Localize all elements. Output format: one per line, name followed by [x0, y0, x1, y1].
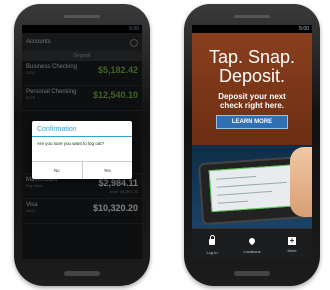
status-bar: 5:00 — [192, 25, 312, 33]
subheadline: Deposit your next check right here. — [192, 92, 312, 110]
subheadline-line-1: Deposit your next — [218, 92, 286, 101]
nav-label: More — [287, 248, 297, 253]
bottom-nav: Log In Locations + More — [192, 228, 312, 259]
headline: Tap. Snap. Deposit. — [192, 48, 312, 86]
phone-left: 5:00 Accounts Deposit Business Checking … — [14, 4, 150, 286]
home-key[interactable] — [64, 271, 100, 276]
no-button[interactable]: No — [32, 162, 82, 179]
promo-banner: Tap. Snap. Deposit. Deposit your next ch… — [192, 33, 312, 229]
yes-button[interactable]: Yes — [81, 162, 133, 179]
phone-right: 5:00 Tap. Snap. Deposit. Deposit your ne… — [184, 4, 320, 286]
left-screen: 5:00 Accounts Deposit Business Checking … — [22, 25, 142, 259]
right-screen: 5:00 Tap. Snap. Deposit. Deposit your ne… — [192, 25, 312, 259]
headline-line-2: Deposit. — [218, 66, 286, 86]
location-pin-icon — [247, 236, 257, 246]
confirmation-dialog: Confirmation Are you sure you want to lo… — [32, 121, 132, 179]
headline-line-1: Tap. Snap. — [208, 47, 296, 67]
dialog-title: Confirmation — [32, 121, 132, 137]
dialog-buttons: No Yes — [32, 161, 132, 179]
lock-icon — [209, 235, 215, 245]
nav-login[interactable]: Log In — [192, 229, 232, 259]
nav-more[interactable]: + More — [272, 229, 312, 259]
dialog-message: Are you sure you want to log out? — [37, 141, 105, 146]
thumb-image — [290, 147, 312, 217]
nav-label: Locations — [243, 249, 261, 254]
nav-label: Log In — [206, 250, 218, 255]
subheadline-line-2: check right here. — [219, 101, 285, 110]
nav-locations[interactable]: Locations — [232, 229, 272, 259]
home-key[interactable] — [234, 271, 270, 276]
speaker — [234, 15, 270, 18]
plus-icon: + — [288, 236, 296, 245]
check-photo-image — [192, 145, 312, 229]
speaker — [64, 15, 100, 18]
learn-more-button[interactable]: LEARN MORE — [216, 115, 288, 129]
